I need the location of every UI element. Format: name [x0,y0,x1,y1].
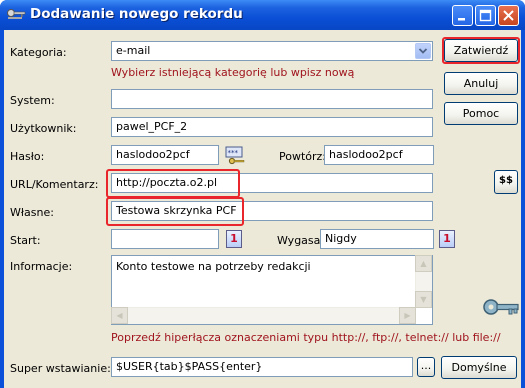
wygasa-calendar-button[interactable]: 1 [439,230,455,248]
dropdown-arrow-button[interactable] [415,43,431,59]
scroll-right-button[interactable]: ▶ [399,307,416,324]
uzytkownik-label: Użytkownik: [10,122,77,135]
close-icon [503,10,514,21]
minimize-button[interactable] [452,5,473,26]
dialog-window: Dodawanie nowego rekordu Kategoria: e-ma… [0,0,525,388]
horizontal-scrollbar[interactable]: ◀ ▶ [111,307,416,324]
title-bar[interactable]: Dodawanie nowego rekordu [0,0,525,30]
uzytkownik-input[interactable]: pawel_PCF_2 [111,117,433,137]
powtorz-label: Powtórz: [279,150,327,163]
start-input[interactable] [111,229,219,249]
anuluj-button[interactable]: Anuluj [444,72,518,95]
domyslne-button[interactable]: Domyślne [441,356,517,379]
macro-icon: $$ [499,175,513,186]
pomoc-button[interactable]: Pomoc [444,102,518,125]
zatwierdz-button[interactable]: Zatwierdź [444,39,518,62]
svg-text:***: *** [228,149,239,157]
system-input[interactable] [111,89,433,109]
super-wstawianie-label: Super wstawianie: [10,362,111,375]
scroll-left-button[interactable]: ◀ [111,307,128,324]
kategoria-value: e-mail [116,44,151,57]
window-title: Dodawanie nowego rekordu [30,6,243,22]
maximize-icon [479,9,492,22]
kategoria-label: Kategoria: [10,46,67,59]
informacje-hint: Poprzedź hiperłącza oznaczeniami typu ht… [111,331,501,344]
kategoria-hint: Wybierz istniejącą kategorię lub wpisz n… [111,66,355,79]
super-wstawianie-input[interactable]: $USER{tab}$PASS{enter} [111,357,413,377]
url-input[interactable]: http://poczta.o2.pl [111,173,433,193]
informacje-text: Konto testowe na potrzeby redakcji [116,260,311,273]
ellipsis-button[interactable]: ... [417,357,435,377]
url-label: URL/Komentarz: [10,178,99,191]
maximize-button[interactable] [475,5,496,26]
wlasne-label: Własne: [10,206,54,219]
informacje-label: Informacje: [10,260,73,273]
macro-button[interactable]: $$ [494,170,518,194]
system-label: System: [10,94,55,107]
wygasa-input[interactable]: Nigdy [320,229,434,249]
minimize-icon [458,18,465,21]
vertical-scrollbar[interactable]: ▲ ▼ [415,255,432,308]
kategoria-combobox[interactable]: e-mail [111,41,433,61]
powtorz-input[interactable]: haslodoo2pcf [324,145,434,165]
haslo-label: Hasło: [10,150,45,163]
scroll-up-button[interactable]: ▲ [415,255,432,272]
informacje-textarea[interactable]: Konto testowe na potrzeby redakcji ▲ ▼ ◀… [111,255,433,325]
wygasa-label: Wygasa: [277,234,325,247]
haslo-input[interactable]: haslodoo2pcf [111,145,219,165]
close-button[interactable] [498,5,519,26]
password-generator-button[interactable]: *** [224,144,246,166]
start-label: Start: [10,234,41,247]
key-icon [483,299,519,315]
wlasne-input[interactable]: Testowa skrzynka PCF [111,201,433,221]
password-generator-icon: *** [225,146,245,165]
start-calendar-button[interactable]: 1 [226,230,242,248]
chevron-down-icon [418,48,428,54]
scroll-down-button[interactable]: ▼ [415,291,432,308]
keys-icon [7,9,26,19]
calendar-icon: 1 [443,232,451,245]
dialog-body: Kategoria: e-mail Wybierz istniejącą kat… [4,30,521,388]
calendar-icon: 1 [230,232,238,245]
